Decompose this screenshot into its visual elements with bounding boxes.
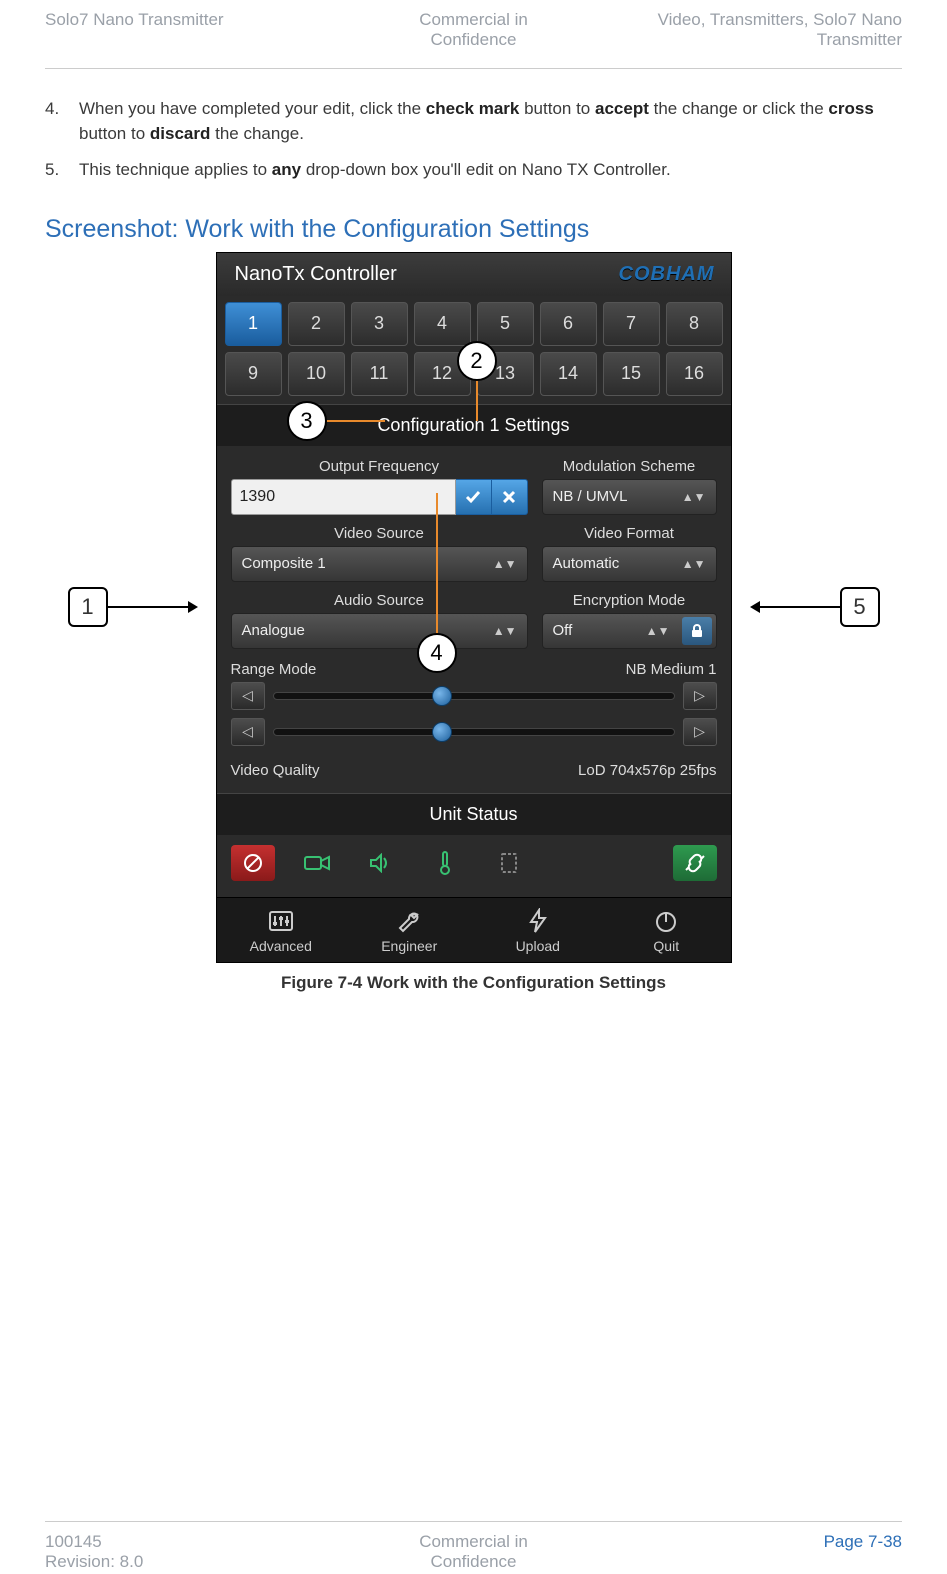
- callout-5: 5: [840, 587, 880, 627]
- updown-icon: ▲▼: [682, 557, 706, 571]
- step-5: 5. This technique applies to any drop-do…: [45, 158, 902, 183]
- status-temp-icon: [423, 845, 467, 881]
- preset-14[interactable]: 14: [540, 352, 597, 396]
- config-fields: Output Frequency Modulation Sch: [217, 446, 731, 655]
- preset-7[interactable]: 7: [603, 302, 660, 346]
- output-freq-label: Output Frequency: [231, 458, 528, 475]
- section-heading: Screenshot: Work with the Configuration …: [45, 215, 902, 244]
- figure: 1 2 3 4 NanoTx Controller COBHAM 1 2: [45, 252, 902, 993]
- app-titlebar: NanoTx Controller COBHAM: [217, 253, 731, 296]
- range-slider-2: ◁ ▷: [217, 716, 731, 752]
- preset-11[interactable]: 11: [351, 352, 408, 396]
- preset-1[interactable]: 1: [225, 302, 282, 346]
- preset-3[interactable]: 3: [351, 302, 408, 346]
- sliders-icon: [266, 908, 296, 934]
- app-title-text: NanoTx Controller: [235, 263, 397, 286]
- slider-right-button[interactable]: ▷: [683, 682, 717, 710]
- status-disabled-icon: [231, 845, 275, 881]
- page-header: Solo7 Nano Transmitter Commercial in Con…: [45, 0, 902, 69]
- slider-track[interactable]: [273, 692, 675, 700]
- updown-icon: ▲▼: [682, 490, 706, 504]
- header-center: Commercial in Confidence: [331, 10, 617, 50]
- callout-3: 3: [287, 401, 327, 441]
- figure-caption: Figure 7-4 Work with the Configuration S…: [45, 973, 902, 993]
- callout-2-line: [476, 379, 478, 421]
- wrench-icon: [394, 908, 424, 934]
- header-right: Video, Transmitters, Solo7 Nano Transmit…: [616, 10, 902, 50]
- nav-upload[interactable]: Upload: [474, 898, 603, 962]
- status-audio-icon: [359, 845, 403, 881]
- arrow-left-icon: [750, 597, 840, 617]
- lock-icon: [682, 617, 712, 645]
- audio-source-dropdown[interactable]: Analogue ▲▼: [231, 613, 528, 649]
- footer-left: 100145 Revision: 8.0: [45, 1532, 331, 1572]
- callout-1: 1: [68, 587, 108, 627]
- discard-button[interactable]: [492, 479, 528, 515]
- slider-track[interactable]: [273, 728, 675, 736]
- bottom-nav: Advanced Engineer Upload Quit: [217, 897, 731, 962]
- header-left: Solo7 Nano Transmitter: [45, 10, 331, 50]
- nav-quit[interactable]: Quit: [602, 898, 731, 962]
- accept-button[interactable]: [456, 479, 492, 515]
- modulation-scheme-dropdown[interactable]: NB / UMVL ▲▼: [542, 479, 717, 515]
- output-freq-input[interactable]: [231, 479, 456, 515]
- status-bar: [217, 835, 731, 897]
- video-format-label: Video Format: [542, 525, 717, 542]
- range-mode-value: NB Medium 1: [626, 661, 717, 678]
- encryption-mode-dropdown[interactable]: Off ▲▼: [542, 613, 717, 649]
- check-icon: [464, 488, 482, 506]
- range-slider-1: ◁ ▷: [217, 680, 731, 716]
- status-link-icon: [673, 845, 717, 881]
- callout-2: 2: [457, 341, 497, 381]
- preset-15[interactable]: 15: [603, 352, 660, 396]
- updown-icon: ▲▼: [493, 624, 517, 638]
- preset-9[interactable]: 9: [225, 352, 282, 396]
- callout-3-line: [325, 420, 385, 422]
- updown-icon: ▲▼: [493, 557, 517, 571]
- brand-logo: COBHAM: [619, 263, 715, 286]
- preset-5[interactable]: 5: [477, 302, 534, 346]
- slider-left-button[interactable]: ◁: [231, 682, 265, 710]
- cross-icon: [501, 489, 517, 505]
- callout-4-line: [436, 493, 438, 635]
- preset-16[interactable]: 16: [666, 352, 723, 396]
- page-footer: 100145 Revision: 8.0 Commercial in Confi…: [45, 1521, 902, 1574]
- nav-advanced[interactable]: Advanced: [217, 898, 346, 962]
- nav-engineer[interactable]: Engineer: [345, 898, 474, 962]
- power-icon: [651, 908, 681, 934]
- audio-source-label: Audio Source: [231, 592, 528, 609]
- video-quality-label: Video Quality: [231, 762, 320, 779]
- nanotx-app: 2 3 4 NanoTx Controller COBHAM 1 2 3 4 5…: [216, 252, 732, 963]
- preset-4[interactable]: 4: [414, 302, 471, 346]
- preset-6[interactable]: 6: [540, 302, 597, 346]
- video-source-dropdown[interactable]: Composite 1 ▲▼: [231, 546, 528, 582]
- updown-icon: ▲▼: [646, 624, 670, 638]
- modulation-scheme-label: Modulation Scheme: [542, 458, 717, 475]
- slider-thumb[interactable]: [432, 722, 452, 742]
- encryption-mode-label: Encryption Mode: [542, 592, 717, 609]
- arrow-right-icon: [108, 597, 198, 617]
- status-card-icon: [487, 845, 531, 881]
- slider-thumb[interactable]: [432, 686, 452, 706]
- preset-2[interactable]: 2: [288, 302, 345, 346]
- status-camera-icon: [295, 845, 339, 881]
- callout-4: 4: [417, 633, 457, 673]
- step-list: 4. When you have completed your edit, cl…: [45, 97, 902, 183]
- unit-status-title: Unit Status: [217, 793, 731, 835]
- slider-left-button[interactable]: ◁: [231, 718, 265, 746]
- preset-8[interactable]: 8: [666, 302, 723, 346]
- footer-right: Page 7-38: [616, 1532, 902, 1572]
- range-mode-label: Range Mode: [231, 661, 317, 678]
- slider-right-button[interactable]: ▷: [683, 718, 717, 746]
- preset-10[interactable]: 10: [288, 352, 345, 396]
- video-quality-value: LoD 704x576p 25fps: [578, 762, 716, 779]
- bolt-icon: [523, 908, 553, 934]
- step-4: 4. When you have completed your edit, cl…: [45, 97, 902, 146]
- footer-center: Commercial in Confidence: [331, 1532, 617, 1572]
- video-source-label: Video Source: [231, 525, 528, 542]
- video-format-dropdown[interactable]: Automatic ▲▼: [542, 546, 717, 582]
